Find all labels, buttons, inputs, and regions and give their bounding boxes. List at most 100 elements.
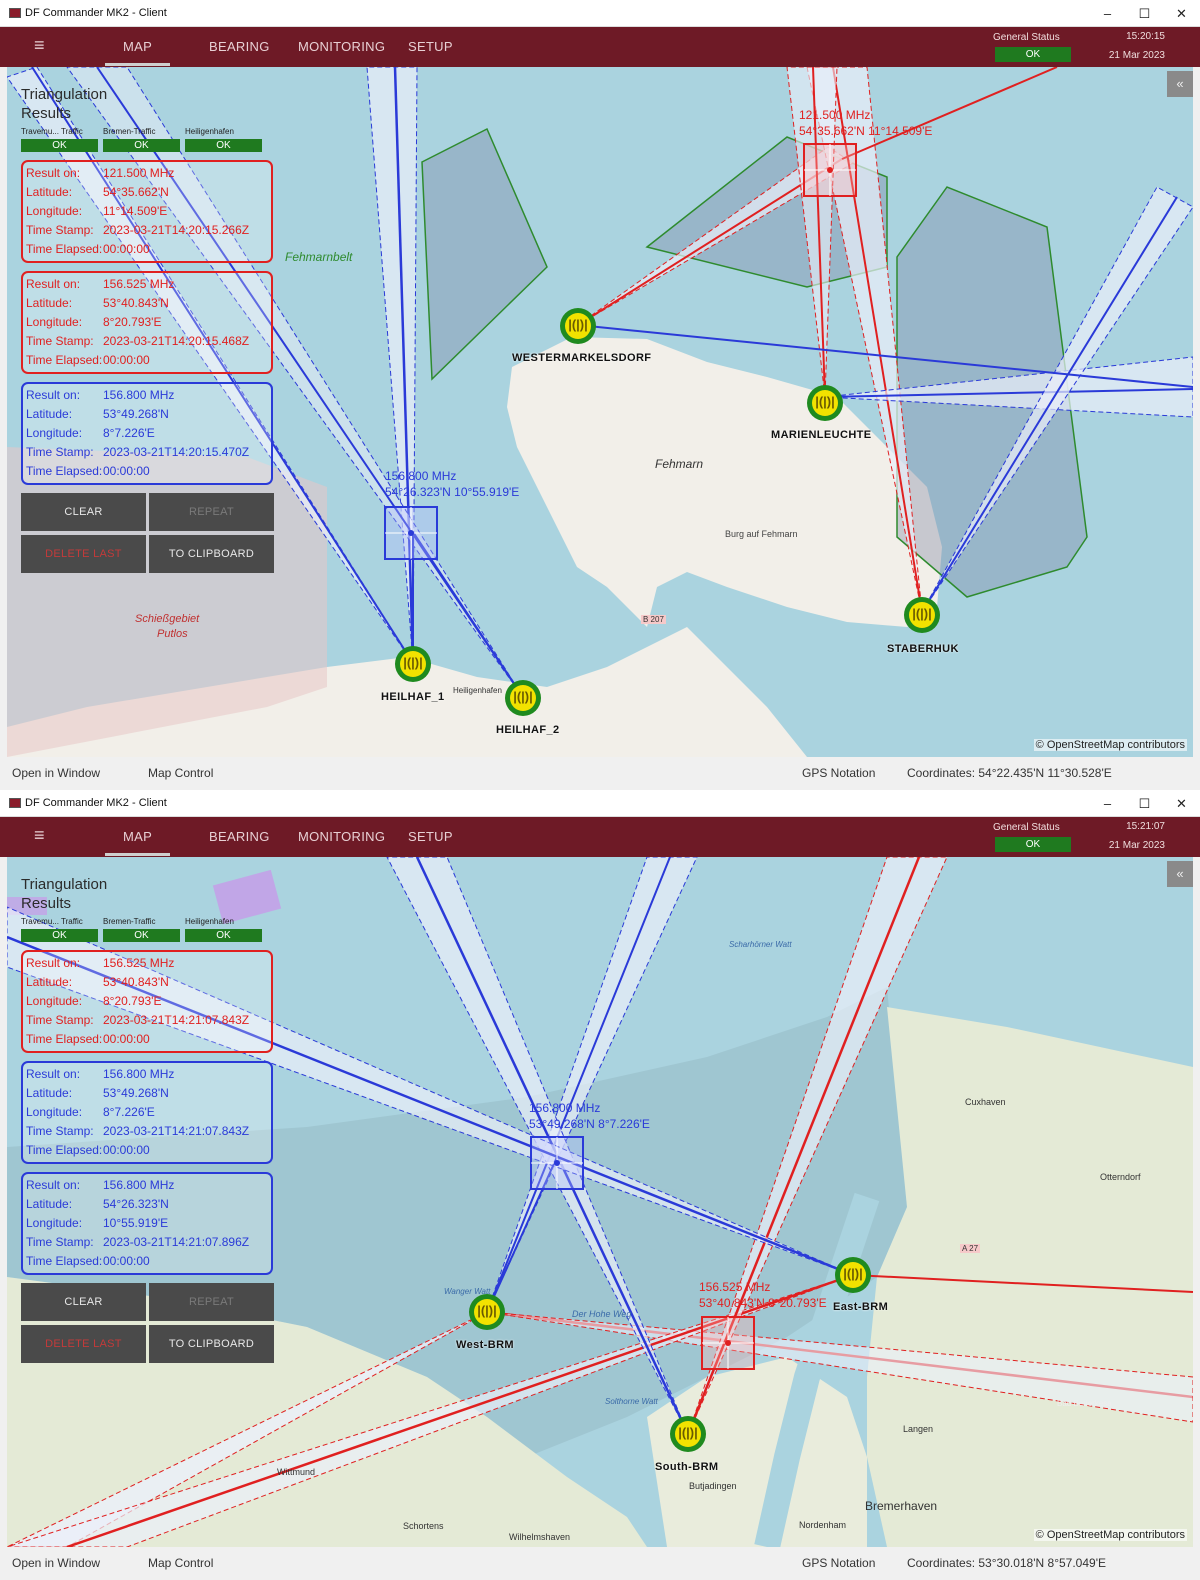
- source-name: Travemu... Traffic: [21, 917, 83, 926]
- maximize-icon[interactable]: ☐: [1126, 0, 1163, 27]
- antenna-icon: |(|)|: [568, 317, 588, 332]
- coordinates-readout: Coordinates: 53°30.018'N 8°57.049'E: [907, 1556, 1106, 1570]
- to-clipboard-button[interactable]: TO CLIPBOARD: [149, 1325, 274, 1363]
- result-field-label: Time Stamp:: [26, 445, 94, 459]
- map-label: Bad Bederkesa: [1057, 1399, 1112, 1408]
- general-status-badge: OK: [995, 837, 1071, 852]
- tab-monitoring[interactable]: MONITORING: [298, 829, 385, 844]
- gps-notation-button[interactable]: GPS Notation: [802, 1556, 875, 1570]
- hamburger-icon[interactable]: ≡: [34, 35, 45, 56]
- result-field-label: Time Stamp:: [26, 1013, 94, 1027]
- map-label: Scharhörner Watt: [729, 940, 792, 949]
- delete-last-button[interactable]: DELETE LAST: [21, 1325, 146, 1363]
- collapse-panel-button[interactable]: «: [1167, 71, 1193, 97]
- clear-button[interactable]: CLEAR: [21, 493, 146, 531]
- result-card[interactable]: Result on: 156.800 MHz Latitude: 53°49.268…: [21, 382, 273, 485]
- result-field-label: Result on:: [26, 388, 81, 402]
- result-field-label: Latitude:: [26, 1197, 73, 1211]
- clear-button[interactable]: CLEAR: [21, 1283, 146, 1321]
- hamburger-icon[interactable]: ≡: [34, 825, 45, 846]
- result-card[interactable]: Result on: 121.500 MHz Latitude: 54°35.662…: [21, 160, 273, 263]
- repeat-button[interactable]: REPEAT: [149, 493, 274, 531]
- result-field-label: Longitude:: [26, 315, 83, 329]
- source-status-badge: OK: [185, 139, 262, 152]
- fix-label-red: 156.525 MHz 53°40.843'N 8°20.793'E: [699, 1280, 827, 1310]
- result-field-value: 00:00:00: [103, 1032, 150, 1046]
- map-control-button[interactable]: Map Control: [148, 1556, 213, 1570]
- source-status-badge: OK: [21, 929, 98, 942]
- open-in-window-button[interactable]: Open in Window: [12, 766, 100, 780]
- map-view[interactable]: Fehmarnbelt Fehmarn Burg auf Fehmarn Sch…: [7, 67, 1193, 757]
- gps-notation-button[interactable]: GPS Notation: [802, 766, 875, 780]
- result-field-label: Latitude:: [26, 975, 73, 989]
- close-icon[interactable]: ✕: [1163, 790, 1200, 817]
- tab-setup[interactable]: SETUP: [408, 39, 453, 54]
- result-card[interactable]: Result on: 156.525 MHz Latitude: 53°40.843…: [21, 271, 273, 374]
- close-icon[interactable]: ✕: [1163, 0, 1200, 27]
- station-marienleuchte[interactable]: |(|)|: [807, 385, 843, 421]
- maximize-icon[interactable]: ☐: [1126, 790, 1163, 817]
- result-field-value: 156.800 MHz: [103, 1178, 175, 1192]
- general-status-badge: OK: [995, 47, 1071, 62]
- result-field-label: Result on:: [26, 166, 81, 180]
- map-attribution[interactable]: © OpenStreetMap contributors: [1033, 739, 1187, 751]
- result-field-value: 2023-03-21T14:21:07.896Z: [103, 1235, 250, 1249]
- station-westermarkelsdorf[interactable]: |(|)|: [560, 308, 596, 344]
- result-field-label: Time Elapsed:: [26, 242, 103, 256]
- delete-last-button[interactable]: DELETE LAST: [21, 535, 146, 573]
- result-field-value: 8°7.226'E: [103, 426, 155, 440]
- station-label: HEILHAF_2: [496, 724, 560, 736]
- map-attribution[interactable]: © OpenStreetMap contributors: [1033, 1529, 1187, 1541]
- tab-bearing[interactable]: BEARING: [209, 39, 270, 54]
- tab-setup[interactable]: SETUP: [408, 829, 453, 844]
- station-heilhaf-2[interactable]: |(|)|: [505, 680, 541, 716]
- map-label: Solthorne Watt: [605, 1397, 658, 1406]
- tab-map[interactable]: MAP: [104, 829, 171, 856]
- result-field-value: 8°20.793'E: [103, 315, 162, 329]
- map-label: Schießgebiet: [135, 613, 200, 625]
- source-status-badge: OK: [185, 929, 262, 942]
- result-field-value: 53°40.843'N: [103, 296, 169, 310]
- station-label: West-BRM: [456, 1339, 514, 1351]
- result-card[interactable]: Result on: 156.525 MHz Latitude: 53°40.843…: [21, 950, 273, 1053]
- result-field-value: 54°26.323'N: [103, 1197, 169, 1211]
- source-name: Bremen-Traffic: [103, 917, 156, 926]
- map-control-button[interactable]: Map Control: [148, 766, 213, 780]
- result-field-value: 11°14.509'E: [103, 204, 168, 218]
- clock-date: 21 Mar 2023: [1108, 840, 1165, 851]
- result-field-value: 2023-03-21T14:21:07.843Z: [103, 1124, 250, 1138]
- title-bar: DF Commander MK2 - Client – ☐ ✕: [0, 790, 1200, 817]
- station-south-brm[interactable]: |(|)|: [670, 1416, 706, 1452]
- status-bar: Open in Window Map Control GPS Notation …: [0, 757, 1200, 790]
- tab-map[interactable]: MAP: [104, 39, 171, 66]
- tab-bearing[interactable]: BEARING: [209, 829, 270, 844]
- triangulation-panel: Triangulation Results Travemu... Traffic O…: [21, 875, 274, 1363]
- repeat-button[interactable]: REPEAT: [149, 1283, 274, 1321]
- result-card[interactable]: Result on: 156.800 MHz Latitude: 54°26.323…: [21, 1172, 273, 1275]
- tab-monitoring[interactable]: MONITORING: [298, 39, 385, 54]
- station-staberhuk[interactable]: |(|)|: [904, 597, 940, 633]
- map-view[interactable]: Cuxhaven Otterndorf A 27 Langen Bremerha…: [7, 857, 1193, 1547]
- result-field-label: Time Elapsed:: [26, 1254, 103, 1268]
- panel-title: Triangulation Results: [21, 876, 108, 912]
- minimize-icon[interactable]: –: [1089, 0, 1126, 27]
- source-status-row: Travemu... Traffic OK Bremen-Traffic OK He…: [21, 127, 273, 152]
- result-card[interactable]: Result on: 156.800 MHz Latitude: 53°49.268…: [21, 1061, 273, 1164]
- open-in-window-button[interactable]: Open in Window: [12, 1556, 100, 1570]
- status-bar: Open in Window Map Control GPS Notation …: [0, 1547, 1200, 1580]
- fix-marker-red: [803, 143, 857, 197]
- fix-marker-red: [701, 1316, 755, 1370]
- minimize-icon[interactable]: –: [1089, 790, 1126, 817]
- result-field-value: 10°55.919'E: [103, 1216, 169, 1230]
- station-heilhaf-1[interactable]: |(|)|: [395, 646, 431, 682]
- map-label: Fehmarnbelt: [285, 250, 353, 264]
- result-field-value: 8°7.226'E: [103, 1105, 155, 1119]
- map-label: Bremerhaven: [865, 1499, 938, 1513]
- to-clipboard-button[interactable]: TO CLIPBOARD: [149, 535, 274, 573]
- station-west-brm[interactable]: |(|)|: [469, 1294, 505, 1330]
- window-title: DF Commander MK2 - Client: [25, 797, 167, 809]
- result-field-label: Longitude:: [26, 426, 83, 440]
- collapse-panel-button[interactable]: «: [1167, 861, 1193, 887]
- station-east-brm[interactable]: |(|)|: [835, 1257, 871, 1293]
- station-label: WESTERMARKELSDORF: [512, 352, 652, 364]
